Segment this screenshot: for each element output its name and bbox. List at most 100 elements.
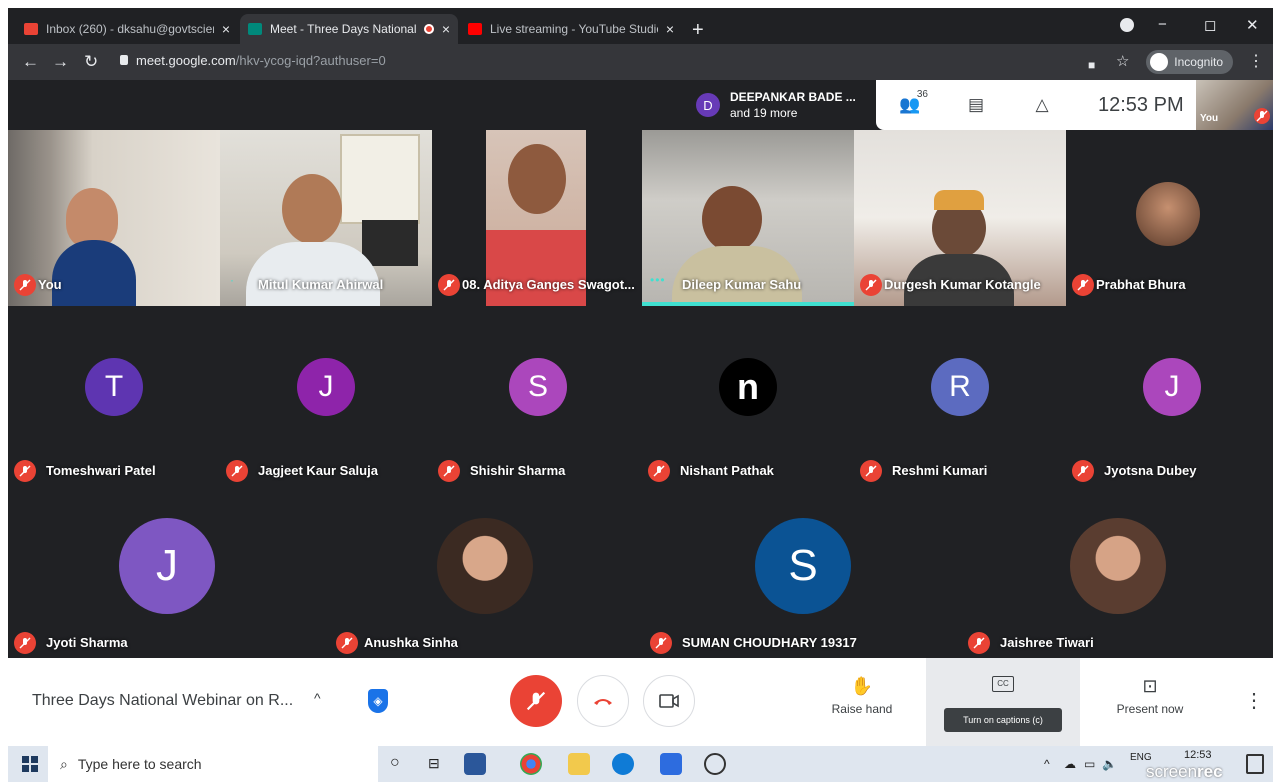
- mic-muted-icon: [860, 460, 882, 482]
- edge-icon[interactable]: [612, 753, 634, 775]
- obs-icon[interactable]: [704, 753, 726, 775]
- participant-tile[interactable]: S Shishir Sharma: [432, 316, 644, 492]
- word-icon[interactable]: [464, 753, 486, 775]
- participant-tile[interactable]: J Jyoti Sharma: [8, 488, 326, 658]
- participant-tile[interactable]: · Mitul Kumar Ahirwal: [220, 130, 432, 306]
- closed-captions-icon: CC: [992, 676, 1014, 692]
- close-icon[interactable]: ×: [666, 21, 674, 37]
- task-view-icon[interactable]: ⊟: [428, 755, 440, 772]
- incognito-badge[interactable]: Incognito: [1146, 50, 1233, 74]
- minimize-button[interactable]: −: [1158, 16, 1167, 33]
- meeting-clock: 12:53 PM: [1098, 93, 1184, 116]
- participant-tile[interactable]: T Tomeshwari Patel: [8, 316, 220, 492]
- new-tab-button[interactable]: +: [692, 20, 704, 40]
- present-now-button[interactable]: ⊡ Present now: [1090, 676, 1210, 716]
- browser-menu-icon[interactable]: ⋮: [1248, 52, 1264, 72]
- video-camera-icon: [659, 694, 679, 708]
- screen-app-icon[interactable]: [660, 753, 682, 775]
- participant-name: You: [38, 277, 62, 292]
- close-window-button[interactable]: ✕: [1246, 16, 1259, 34]
- notifications-icon[interactable]: [1246, 754, 1264, 774]
- join-notification[interactable]: D DEEPANKAR BADE ... and 19 more: [688, 80, 878, 130]
- participant-name: Jaishree Tiwari: [1000, 635, 1094, 650]
- chrome-icon[interactable]: [520, 753, 542, 775]
- volume-icon[interactable]: 🔈: [1102, 757, 1117, 771]
- present-now-label: Present now: [1116, 702, 1184, 716]
- onedrive-icon[interactable]: ☁: [1064, 757, 1076, 771]
- participant-tile[interactable]: J Jyotsna Dubey: [1066, 316, 1273, 492]
- activities-icon[interactable]: △: [1018, 95, 1066, 115]
- participant-video: [934, 190, 984, 210]
- avatar: T: [85, 358, 143, 416]
- avatar-photo: [1069, 518, 1166, 614]
- tab-title: Meet - Three Days National W: [270, 22, 418, 36]
- tray-chevron-icon[interactable]: ^: [1044, 757, 1050, 771]
- present-screen-icon: ⊡: [1142, 676, 1158, 696]
- participant-video: [52, 240, 136, 306]
- participant-tile[interactable]: n Nishant Pathak: [642, 316, 854, 492]
- mic-muted-icon: [336, 632, 358, 654]
- mic-muted-icon: [14, 632, 36, 654]
- participant-tile[interactable]: ••• Dileep Kumar Sahu: [642, 130, 854, 306]
- tab-title: Live streaming - YouTube Studio: [490, 22, 658, 36]
- participant-tile[interactable]: Durgesh Kumar Kotangle: [854, 130, 1066, 306]
- participant-name: Jagjeet Kaur Saluja: [258, 463, 378, 478]
- file-explorer-icon[interactable]: [568, 753, 590, 775]
- participant-video: [246, 242, 380, 306]
- profile-menu-icon[interactable]: [1120, 18, 1134, 32]
- people-icon[interactable]: 👥 36: [886, 89, 934, 115]
- mic-muted-icon: [438, 460, 460, 482]
- self-view[interactable]: You: [1196, 80, 1273, 130]
- windows-start-icon[interactable]: [22, 756, 38, 772]
- host-controls-icon[interactable]: ◈: [368, 689, 388, 713]
- battery-icon[interactable]: ▭: [1084, 757, 1095, 771]
- participant-tile[interactable]: Jaishree Tiwari: [962, 488, 1273, 658]
- participant-tile[interactable]: 08. Aditya Ganges Swagot...: [432, 130, 644, 306]
- url-path: /hkv-ycog-iqd?authuser=0: [235, 53, 386, 68]
- participant-video: [340, 134, 420, 224]
- participant-name: Jyoti Sharma: [46, 635, 128, 650]
- star-icon[interactable]: ☆: [1116, 52, 1129, 72]
- participant-tile[interactable]: R Reshmi Kumari: [854, 316, 1066, 492]
- tab-youtube-studio[interactable]: Live streaming - YouTube Studio ×: [460, 14, 682, 44]
- participant-name: Nishant Pathak: [680, 463, 774, 478]
- maximize-button[interactable]: ◻: [1204, 16, 1216, 34]
- tab-meet[interactable]: Meet - Three Days National W ×: [240, 14, 458, 44]
- taskbar-clock[interactable]: 12:53: [1184, 748, 1212, 762]
- reload-icon[interactable]: ↻: [84, 52, 98, 72]
- forward-icon[interactable]: →: [52, 52, 69, 72]
- participant-name: Mitul Kumar Ahirwal: [258, 277, 384, 292]
- mic-muted-icon: [968, 632, 990, 654]
- participant-video: [66, 188, 118, 248]
- chat-icon[interactable]: ▤: [952, 95, 1000, 115]
- back-icon[interactable]: ←: [22, 52, 39, 72]
- camera-toggle-button[interactable]: [643, 675, 695, 727]
- leave-call-button[interactable]: [577, 675, 629, 727]
- participant-name: Reshmi Kumari: [892, 463, 988, 478]
- windows-taskbar: ⌕ Type here to search ○ ⊟ ^ ☁ ▭ 🔈 ENG 12…: [8, 746, 1273, 782]
- close-icon[interactable]: ×: [222, 21, 230, 37]
- avatar: S: [509, 358, 567, 416]
- watermark-text-bold: rec: [1197, 762, 1223, 781]
- mic-toggle-button[interactable]: [510, 675, 562, 727]
- participant-tile[interactable]: Prabhat Bhura: [1066, 130, 1273, 306]
- raise-hand-button[interactable]: ✋ Raise hand: [802, 676, 922, 716]
- cortana-icon[interactable]: ○: [390, 754, 400, 772]
- more-options-icon[interactable]: ⋮: [1244, 688, 1264, 713]
- participant-tile[interactable]: You: [8, 130, 220, 306]
- participant-name: Dileep Kumar Sahu: [682, 277, 802, 292]
- meeting-title[interactable]: Three Days National Webinar on R...: [32, 692, 293, 710]
- avatar-photo: [1136, 182, 1200, 246]
- taskbar-search[interactable]: ⌕ Type here to search: [48, 746, 378, 782]
- participant-tile[interactable]: J Jagjeet Kaur Saluja: [220, 316, 432, 492]
- participant-tile[interactable]: S SUMAN CHOUDHARY 19317: [644, 488, 962, 658]
- chevron-up-icon[interactable]: ^: [314, 690, 321, 706]
- url-field[interactable]: meet.google.com/hkv-ycog-iqd?authuser=0: [136, 53, 386, 68]
- camera-indicator-icon[interactable]: ■: [1088, 55, 1095, 75]
- participant-video: [282, 174, 342, 244]
- captions-button[interactable]: CC: [926, 658, 1080, 746]
- close-icon[interactable]: ×: [442, 21, 450, 37]
- tab-gmail[interactable]: Inbox (260) - dksahu@govtscienc ×: [16, 14, 238, 44]
- browser-tab-bar: Inbox (260) - dksahu@govtscienc × Meet -…: [8, 8, 1273, 44]
- participant-tile[interactable]: Anushka Sinha: [326, 488, 644, 658]
